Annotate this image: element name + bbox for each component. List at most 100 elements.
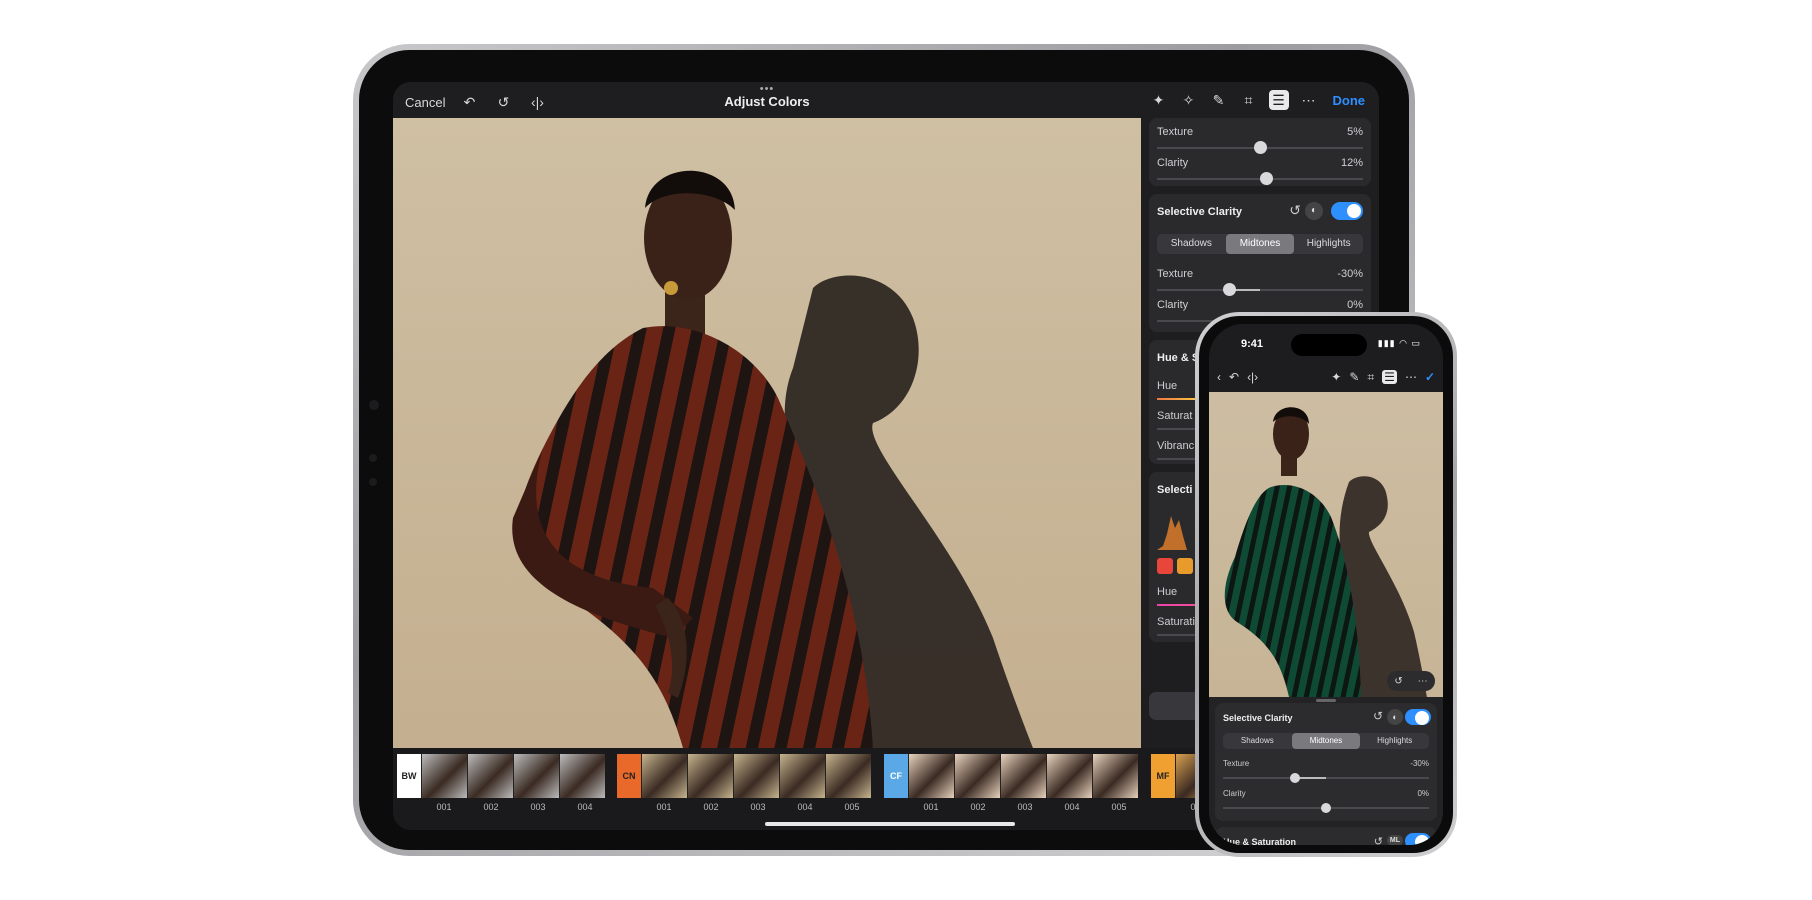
iphone-screen: 9:41 ▮▮▮ ◠ ▭ ‹ ↶ ‹|› ✦ ✎ ⌗ ☰ ⋯ ✓ ↺ ⋯ Sel…: [1209, 324, 1443, 845]
segment-midtones[interactable]: Midtones: [1225, 234, 1295, 254]
slider-knob[interactable]: [1223, 283, 1237, 296]
sheet-grabber[interactable]: [1316, 699, 1336, 702]
filter-number: 004: [797, 802, 813, 812]
home-indicator: [765, 822, 1015, 826]
segment-shadows[interactable]: Shadows: [1223, 733, 1292, 749]
hue-sat-toggle[interactable]: [1405, 833, 1431, 845]
retouch-icon[interactable]: ✎: [1349, 370, 1359, 384]
filter-number: 005: [1111, 802, 1127, 812]
filter-group-bw: BW: [397, 754, 605, 798]
reset-icon[interactable]: ↺: [1374, 835, 1383, 845]
filter-group-tag[interactable]: CF: [884, 754, 908, 798]
mask-icon[interactable]: ◐: [1305, 202, 1323, 220]
mask-icon[interactable]: ◐: [1387, 709, 1403, 725]
red-swatch[interactable]: [1157, 558, 1173, 574]
filter-group-tag[interactable]: MF: [1151, 754, 1175, 798]
filter-thumbnail[interactable]: [779, 754, 825, 798]
more-icon[interactable]: ⋯: [1299, 90, 1319, 110]
texture-value: -30%: [1337, 268, 1363, 280]
iphone-adjust-sheet: Selective Clarity ↺ ◐ Shadows Midtones H…: [1209, 697, 1443, 845]
segment-highlights[interactable]: Highlights: [1360, 733, 1429, 749]
sensor-dot: [369, 478, 377, 486]
filter-thumbnail[interactable]: [954, 754, 1000, 798]
confirm-check-icon[interactable]: ✓: [1425, 370, 1435, 384]
adjust-icon[interactable]: ☰: [1382, 370, 1397, 384]
tone-segmented-control: Shadows Midtones Highlights: [1223, 733, 1429, 749]
filter-thumbnail[interactable]: [733, 754, 779, 798]
segment-midtones[interactable]: Midtones: [1291, 733, 1361, 749]
filter-thumbnail[interactable]: [559, 754, 605, 798]
iphone-photo[interactable]: ↺ ⋯: [1209, 392, 1443, 697]
hue-label: Hue: [1157, 586, 1178, 598]
status-icons: ▮▮▮ ◠ ▭: [1377, 338, 1421, 348]
slider-knob[interactable]: [1260, 172, 1274, 185]
texture-label: Texture: [1157, 126, 1194, 138]
sensor-dot: [369, 454, 377, 462]
reset-icon[interactable]: ↺: [1289, 202, 1301, 219]
texture-clarity-card: Texture 5% Clarity 12%: [1149, 118, 1371, 186]
filter-thumbnail[interactable]: [641, 754, 687, 798]
selective-clarity-toggle[interactable]: [1331, 202, 1363, 220]
selective-clarity-title: Selective Clarity: [1223, 713, 1293, 723]
slider-knob[interactable]: [1290, 773, 1301, 783]
saturation-label: Saturati: [1157, 616, 1195, 628]
crop-icon[interactable]: ⌗: [1239, 90, 1259, 110]
selective-clarity-toggle[interactable]: [1405, 709, 1431, 725]
slider-knob[interactable]: [1321, 803, 1331, 813]
filter-number: 004: [1064, 802, 1080, 812]
filter-group-tag[interactable]: CN: [617, 754, 641, 798]
filter-number: 004: [577, 802, 593, 812]
more-icon[interactable]: ⋯: [1405, 370, 1417, 384]
filter-thumbnail[interactable]: [421, 754, 467, 798]
filter-thumbnail[interactable]: [467, 754, 513, 798]
selective-color-title: Selecti: [1157, 484, 1193, 496]
filter-number: 003: [750, 802, 766, 812]
texture-slider[interactable]: [1223, 773, 1429, 783]
segment-highlights[interactable]: Highlights: [1294, 234, 1363, 254]
clarity-value: 0%: [1417, 789, 1429, 798]
segment-shadows[interactable]: Shadows: [1157, 234, 1226, 254]
reset-icon[interactable]: ↺: [1373, 709, 1383, 723]
filter-thumbnail[interactable]: [1046, 754, 1092, 798]
sc-texture-slider[interactable]: [1157, 283, 1363, 296]
clarity-label: Clarity: [1157, 299, 1189, 311]
filter-thumbnail[interactable]: [687, 754, 733, 798]
ml-wand-icon[interactable]: ✦: [1331, 370, 1341, 384]
iphone-device: 9:41 ▮▮▮ ◠ ▭ ‹ ↶ ‹|› ✦ ✎ ⌗ ☰ ⋯ ✓ ↺ ⋯ Sel…: [1195, 312, 1457, 857]
filter-group-cf: CF: [884, 754, 1138, 798]
iphone-selective-clarity-card: Selective Clarity ↺ ◐ Shadows Midtones H…: [1215, 703, 1437, 821]
slider-knob[interactable]: [1254, 141, 1267, 154]
filter-group-tag[interactable]: BW: [397, 754, 421, 798]
photo-canvas[interactable]: [393, 118, 1141, 748]
more-icon[interactable]: ⋯: [1418, 676, 1428, 687]
done-button[interactable]: Done: [1333, 93, 1366, 108]
orange-swatch[interactable]: [1177, 558, 1193, 574]
reset-icon[interactable]: ↺: [1394, 676, 1402, 687]
iphone-hue-sat-card: Hue & Saturation ↺ ML: [1215, 827, 1437, 845]
retouch-icon[interactable]: ✎: [1209, 90, 1229, 110]
adjust-icon[interactable]: ☰: [1268, 90, 1289, 110]
photo-actions-pill: ↺ ⋯: [1387, 671, 1435, 691]
filter-thumbnail[interactable]: [1092, 754, 1138, 798]
texture-value: 5%: [1347, 126, 1363, 138]
filter-number: 005: [844, 802, 860, 812]
compare-icon[interactable]: ‹|›: [1247, 370, 1258, 384]
crop-icon[interactable]: ⌗: [1367, 370, 1374, 385]
ml-super-icon[interactable]: ✧: [1179, 90, 1199, 110]
filter-thumbnail[interactable]: [825, 754, 871, 798]
clarity-slider[interactable]: [1157, 172, 1363, 185]
filter-thumbnail[interactable]: [1000, 754, 1046, 798]
undo-icon[interactable]: ↶: [1229, 370, 1239, 384]
back-icon[interactable]: ‹: [1217, 370, 1221, 384]
ml-wand-icon[interactable]: ✦: [1149, 90, 1169, 110]
status-time: 9:41: [1241, 338, 1264, 350]
vibrance-label: Vibranc: [1157, 440, 1195, 452]
filter-number: 003: [530, 802, 546, 812]
filter-number: 001: [656, 802, 672, 812]
ml-badge[interactable]: ML: [1386, 835, 1403, 845]
clarity-slider[interactable]: [1223, 803, 1429, 813]
texture-slider[interactable]: [1157, 141, 1363, 154]
hue-label: Hue: [1157, 380, 1178, 392]
filter-thumbnail[interactable]: [908, 754, 954, 798]
filter-thumbnail[interactable]: [513, 754, 559, 798]
